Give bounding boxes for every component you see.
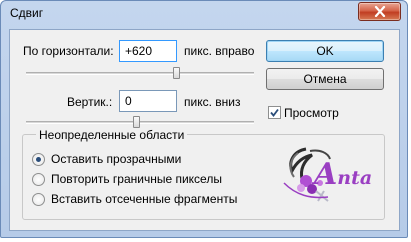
vertical-input[interactable]: 0	[119, 90, 177, 112]
watermark-text: Anta	[314, 157, 373, 192]
offset-dialog: Сдвиг По горизонтали: +620 пикс. вправо …	[0, 0, 408, 238]
horizontal-slider-thumb[interactable]	[173, 67, 180, 79]
checkmark-icon	[270, 108, 279, 117]
preview-label[interactable]: Просмотр	[284, 106, 339, 120]
vertical-label: Вертик.:	[67, 95, 113, 109]
cancel-button[interactable]: Отмена	[266, 68, 384, 90]
watermark-signature: Anta	[276, 143, 386, 205]
vertical-unit: пикс. вниз	[184, 95, 241, 109]
vertical-slider-thumb[interactable]	[133, 116, 140, 128]
radio-selected-dot	[36, 157, 41, 162]
ok-button[interactable]: OK	[266, 40, 384, 62]
window-title: Сдвиг	[10, 6, 44, 20]
radio-leave-transparent-label[interactable]: Оставить прозрачными	[51, 152, 181, 166]
radio-wrap-around-label[interactable]: Вставить отсеченные фрагменты	[51, 192, 237, 206]
preview-checkbox[interactable]	[268, 106, 281, 119]
horizontal-label: По горизонтали:	[23, 44, 114, 58]
horizontal-input[interactable]: +620	[119, 40, 177, 62]
undefined-areas-legend: Неопределенные области	[36, 128, 188, 142]
close-button[interactable]	[358, 2, 401, 21]
horizontal-unit: пикс. вправо	[184, 44, 255, 58]
radio-wrap-around[interactable]	[32, 193, 45, 206]
title-bar[interactable]: Сдвиг	[1, 1, 407, 27]
radio-repeat-edge-pixels[interactable]	[32, 173, 45, 186]
radio-repeat-edge-pixels-label[interactable]: Повторить граничные пикселы	[51, 172, 222, 186]
vertical-slider-track[interactable]	[26, 121, 254, 124]
horizontal-slider-track[interactable]	[26, 72, 254, 75]
close-icon	[374, 6, 386, 17]
radio-leave-transparent[interactable]	[32, 153, 45, 166]
